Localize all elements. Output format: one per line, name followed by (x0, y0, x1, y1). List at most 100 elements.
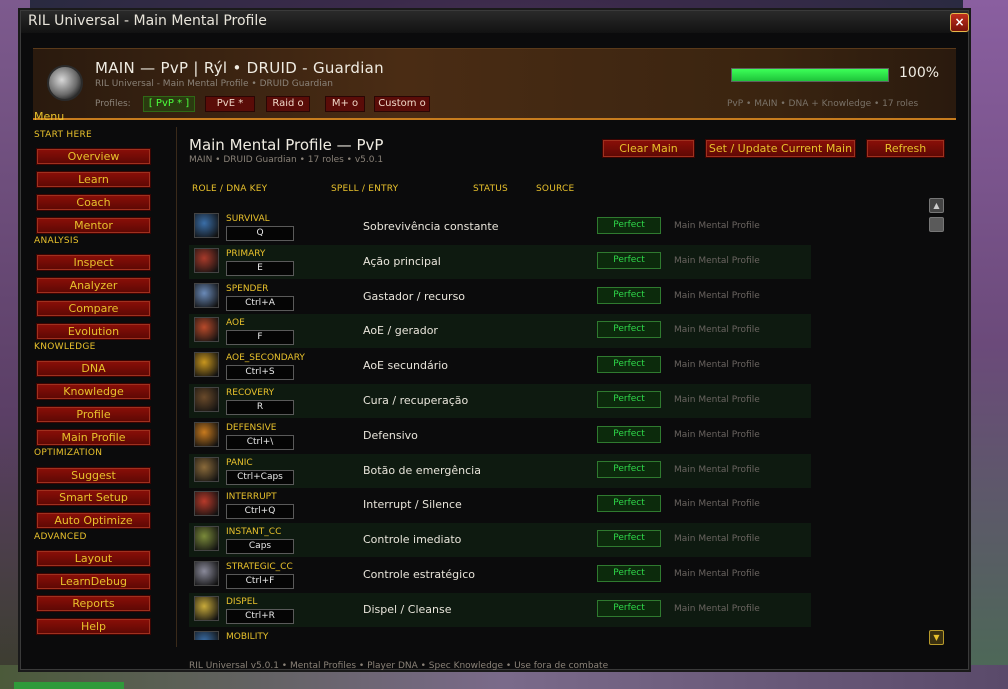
keybind-field[interactable]: E (226, 260, 294, 276)
keybind-field[interactable]: F (226, 330, 294, 346)
section-label-optimization: OPTIMIZATION (34, 448, 103, 458)
bear-maul-icon (194, 247, 219, 273)
spell-entry: Dispel / Cleanse (363, 602, 452, 616)
nav-main-profile-button[interactable]: Main Profile (36, 429, 151, 446)
nav-evolution-button[interactable]: Evolution (36, 323, 151, 340)
role-label: AOE_SECONDARY (226, 353, 305, 364)
role-label: DISPEL (226, 596, 258, 607)
nav-suggest-button[interactable]: Suggest (36, 467, 151, 484)
table-row[interactable]: AOE F AoE / gerador Perfect Main Mental Prof… (189, 314, 811, 349)
nav-learn-button[interactable]: Learn (36, 171, 151, 188)
nav-smart-setup-button[interactable]: Smart Setup (36, 489, 151, 506)
sidebar-divider (176, 127, 177, 647)
nav-knowledge-button[interactable]: Knowledge (36, 383, 151, 400)
keybind-field[interactable]: Q (226, 226, 294, 241)
nav-inspect-button[interactable]: Inspect (36, 254, 151, 271)
nav-overview-button[interactable]: Overview (36, 148, 151, 165)
header-tags: PvP • MAIN • DNA + Knowledge • 17 roles (727, 99, 919, 109)
set-update-main-button[interactable]: Set / Update Current Main (705, 139, 856, 158)
source-label: Main Mental Profile (674, 603, 760, 614)
spell-entry: AoE / gerador (363, 324, 438, 338)
spell-entry: Ação principal (363, 254, 441, 268)
source-label: Main Mental Profile (674, 290, 760, 301)
completion-progress-bar (731, 68, 889, 82)
role-label: MOBILITY (226, 631, 269, 640)
table-row[interactable]: STRATEGIC_CC Ctrl+F Controle estratégico Pe… (189, 558, 811, 592)
table-row[interactable]: INTERRUPT Ctrl+Q Interrupt / Silence Perfec… (189, 488, 811, 522)
incapacitating-roar-icon (194, 526, 219, 552)
roles-table: SURVIVAL Q Sobrevivência constante Perfect M… (189, 210, 811, 640)
table-row[interactable]: INSTANT_CC Caps Controle imediato Perfect Ma… (189, 523, 811, 558)
role-label: PANIC (226, 457, 253, 468)
spell-entry: AoE secundário (363, 359, 449, 373)
nav-reports-button[interactable]: Reports (36, 595, 151, 612)
profiles-label: Profiles: (95, 99, 131, 109)
spell-entry: Interrupt / Silence (363, 498, 462, 512)
nav-layout-button[interactable]: Layout (36, 550, 151, 567)
refresh-button[interactable]: Refresh (866, 139, 945, 158)
frost-spell-icon (194, 213, 219, 238)
survival-instincts-icon (194, 456, 219, 482)
source-label: Main Mental Profile (674, 464, 760, 475)
profile-tab-pvp[interactable]: [ PvP * ] (143, 96, 195, 112)
table-row[interactable]: PRIMARY E Ação principal Perfect Main Mental… (189, 244, 811, 279)
profile-tab-raid[interactable]: Raid o (266, 96, 310, 112)
keybind-field[interactable]: Ctrl+F (226, 574, 294, 589)
title-bar[interactable]: RIL Universal - Main Mental Profile × (21, 11, 969, 33)
page-title: Main Mental Profile — PvP (189, 136, 384, 154)
status-badge: Perfect (597, 321, 661, 339)
status-badge: Perfect (597, 425, 661, 443)
nav-coach-button[interactable]: Coach (36, 194, 151, 211)
role-label: INTERRUPT (226, 492, 277, 503)
status-badge: Perfect (597, 495, 661, 513)
scroll-down-button[interactable]: ▼ (929, 630, 944, 645)
nav-help-button[interactable]: Help (36, 618, 151, 635)
swipe-icon (194, 352, 219, 378)
table-row[interactable]: SURVIVAL Q Sobrevivência constante Perfect M… (189, 210, 811, 244)
spell-entry: Sobrevivência constante (363, 220, 499, 233)
table-row[interactable]: RECOVERY R Cura / recuperação Perfect Main M… (189, 384, 811, 418)
scroll-up-button[interactable]: ▲ (929, 198, 944, 213)
source-label: Main Mental Profile (674, 534, 760, 545)
completion-percent: 100% (899, 65, 940, 81)
keybind-field[interactable]: Ctrl+R (226, 608, 294, 624)
spell-entry: Gastador / recurso (363, 289, 466, 303)
spell-entry: Controle estratégico (363, 568, 475, 581)
column-header-role: ROLE / DNA KEY (192, 184, 268, 194)
table-row[interactable]: PANIC Ctrl+Caps Botão de emergência Perfect… (189, 453, 811, 488)
status-badge: Perfect (597, 286, 661, 304)
nav-profile-button[interactable]: Profile (36, 406, 151, 423)
table-row[interactable]: AOE_SECONDARY Ctrl+S AoE secundário Perfect… (189, 349, 811, 383)
close-button[interactable]: × (950, 13, 969, 32)
thrash-icon (194, 317, 219, 343)
profile-tab-mplus[interactable]: M+ o (325, 96, 365, 112)
clear-main-button[interactable]: Clear Main (602, 139, 695, 158)
keybind-field[interactable]: Ctrl+\ (226, 434, 294, 450)
table-row[interactable]: SPENDER Ctrl+A Gastador / recurso Perfect Ma… (189, 280, 811, 314)
nav-mentor-button[interactable]: Mentor (36, 217, 151, 234)
background-health-bar (14, 682, 124, 689)
nav-auto-optimize-button[interactable]: Auto Optimize (36, 512, 151, 529)
keybind-field[interactable]: Ctrl+S (226, 365, 294, 381)
role-label: RECOVERY (226, 388, 275, 398)
nav-learndebug-button[interactable]: LearnDebug (36, 573, 151, 590)
keybind-field[interactable]: Caps (226, 539, 294, 555)
table-row[interactable]: MOBILITY (189, 628, 811, 640)
keybind-field[interactable]: Ctrl+Caps (226, 469, 294, 485)
nav-compare-button[interactable]: Compare (36, 300, 151, 317)
nav-analyzer-button[interactable]: Analyzer (36, 277, 151, 294)
barkskin-icon (194, 421, 219, 447)
keybind-field[interactable]: R (226, 400, 294, 415)
keybind-field[interactable]: Ctrl+Q (226, 504, 294, 520)
section-label-knowledge: KNOWLEDGE (34, 342, 96, 352)
nav-dna-button[interactable]: DNA (36, 360, 151, 377)
column-header-source: SOURCE (536, 184, 575, 194)
table-row[interactable]: DISPEL Ctrl+R Dispel / Cleanse Perfect Main … (189, 592, 811, 627)
scrollbar-thumb[interactable] (929, 217, 944, 232)
role-label: SURVIVAL (226, 214, 270, 224)
profile-header: MAIN — PvP | Rýl • DRUID - Guardian RIL … (33, 48, 956, 119)
keybind-field[interactable]: Ctrl+A (226, 295, 294, 311)
profile-tab-custom[interactable]: Custom o (374, 96, 430, 112)
profile-tab-pve[interactable]: PvE * (205, 96, 255, 112)
table-row[interactable]: DEFENSIVE Ctrl+\ Defensivo Perfect Main Ment… (189, 419, 811, 453)
